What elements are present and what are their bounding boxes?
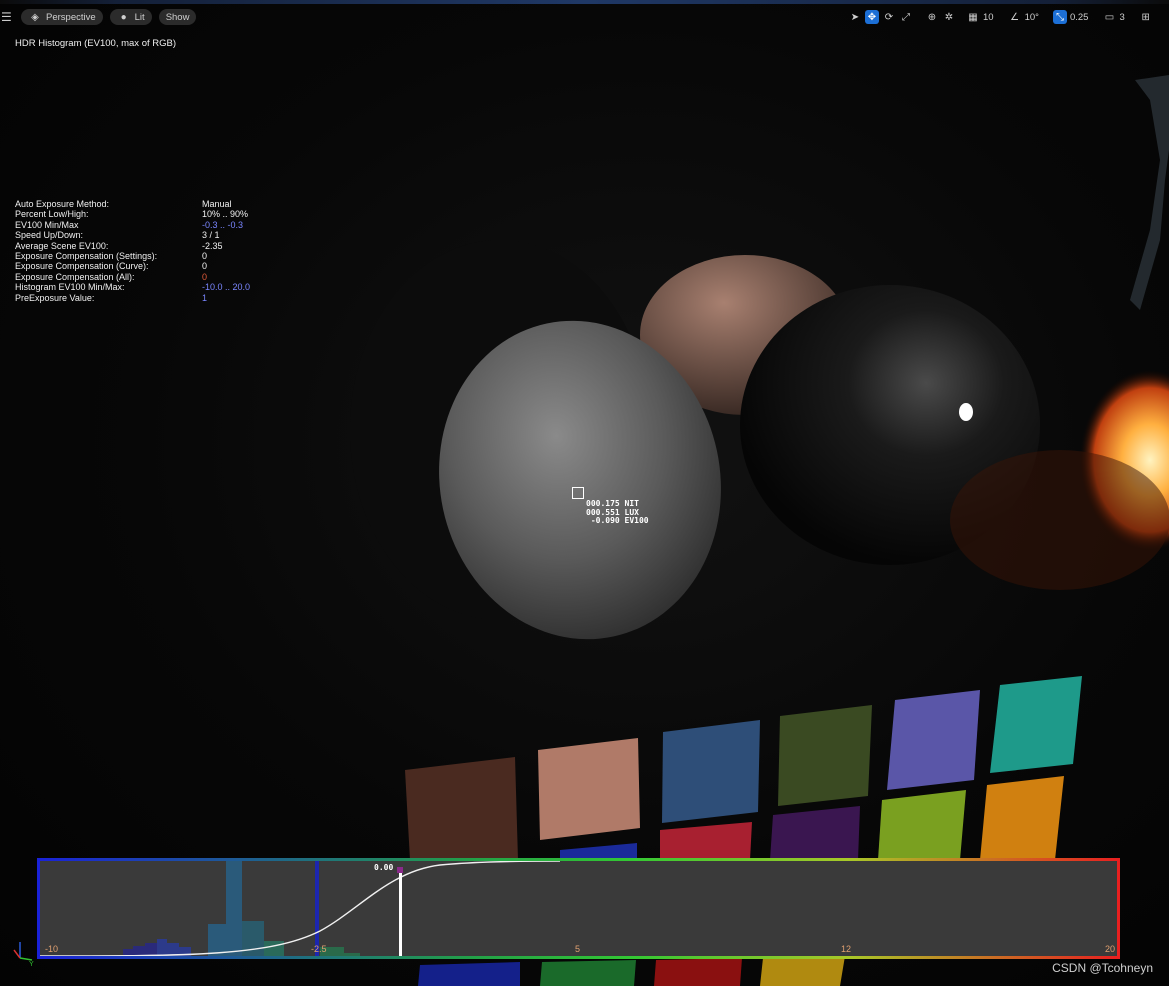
lighting-mode-button[interactable]: ● Lit <box>109 9 152 25</box>
tick-label: 5 <box>575 944 581 954</box>
stat-label: Speed Up/Down: <box>15 230 84 241</box>
lighting-mode-label: Lit <box>134 11 145 23</box>
tick-label: -10 <box>45 944 59 954</box>
toolbar-right: ➤ ✥ ⟳ ⤢ ⊕ ✲ ▦ 10 ∠ 10° ⤡ 0.25 ▭ 3 ⊞ <box>848 9 1153 25</box>
surface-snap-icon[interactable]: ✲ <box>942 10 956 24</box>
stat-value: -2.35 <box>202 240 223 251</box>
stat-label: Exposure Compensation (All): <box>15 271 135 282</box>
viewport[interactable] <box>0 0 1169 986</box>
view-mode-button[interactable]: ◈ Perspective <box>21 9 103 25</box>
viewport-top-border <box>0 0 1169 4</box>
histogram-graph <box>40 861 561 956</box>
svg-text:Y: Y <box>29 961 34 966</box>
hamburger-menu-icon[interactable]: ☰ <box>1 10 12 24</box>
pixel-inspector-cursor <box>572 487 584 499</box>
stat-label: Exposure Compensation (Settings): <box>15 250 158 261</box>
stat-label: Histogram EV100 Min/Max: <box>15 282 125 293</box>
scale-icon[interactable]: ⤢ <box>899 10 913 24</box>
cube-icon: ◈ <box>31 11 39 23</box>
histogram-title: HDR Histogram (EV100, max of RGB) <box>15 38 177 49</box>
camera-speed-icon[interactable]: ▭ <box>1102 10 1116 24</box>
rotate-icon[interactable]: ⟳ <box>882 10 896 24</box>
hdr-histogram: 0.00 -10 -2.5 5 12 20 <box>37 858 1120 959</box>
rotation-snap-value[interactable]: 10° <box>1025 12 1039 23</box>
stat-value: -0.3 .. -0.3 <box>202 219 244 230</box>
stat-value: Manual <box>202 199 232 209</box>
grid-snap-value[interactable]: 10 <box>983 12 994 23</box>
stat-label: EV100 Min/Max <box>15 219 79 230</box>
show-label: Show <box>165 11 190 23</box>
stat-value: 0 <box>202 271 208 282</box>
tick-label: 12 <box>841 944 852 954</box>
watermark: CSDN @Tcohneyn <box>1052 961 1153 975</box>
stat-label: Average Scene EV100: <box>15 240 109 251</box>
sphere-icon: ● <box>120 11 127 23</box>
current-exposure-value: 0.00 <box>374 863 394 872</box>
stat-label: Exposure Compensation (Curve): <box>15 261 149 272</box>
scale-snap-icon[interactable]: ⤡ <box>1052 10 1067 24</box>
stat-label: Percent Low/High: <box>15 209 89 220</box>
layout-icon[interactable]: ⊞ <box>1139 10 1153 24</box>
grid-snap-icon[interactable]: ▦ <box>966 10 980 24</box>
stat-value: 10% .. 90% <box>202 209 249 220</box>
scale-snap-value[interactable]: 0.25 <box>1070 12 1089 23</box>
rotation-snap-icon[interactable]: ∠ <box>1008 10 1022 24</box>
stat-label: Auto Exposure Method: <box>15 199 110 209</box>
stat-value: 0 <box>202 261 208 272</box>
ev100-readout: -0.090 EV100 <box>586 516 649 525</box>
translate-icon[interactable]: ✥ <box>865 10 879 24</box>
stat-value: 0 <box>202 250 208 261</box>
select-arrow-icon[interactable]: ➤ <box>848 10 862 24</box>
scene-render <box>350 75 1169 986</box>
stat-value: 1 <box>202 292 208 303</box>
pixel-readout: 000.175 NIT 000.551 LUX -0.090 EV100 <box>586 499 649 526</box>
stat-label: PreExposure Value: <box>15 292 95 303</box>
stat-value: 3 / 1 <box>202 230 220 241</box>
show-button[interactable]: Show <box>158 9 197 25</box>
toolbar-left: ◈ Perspective ● Lit Show <box>21 9 197 25</box>
view-mode-label: Perspective <box>46 11 96 23</box>
world-local-icon[interactable]: ⊕ <box>925 10 939 24</box>
tick-label: 20 <box>1105 944 1116 954</box>
axis-gizmo-icon: Y <box>13 942 34 966</box>
camera-speed-value[interactable]: 3 <box>1119 12 1124 23</box>
tick-label: -2.5 <box>311 944 327 954</box>
stat-value: -10.0 .. 20.0 <box>202 282 251 293</box>
